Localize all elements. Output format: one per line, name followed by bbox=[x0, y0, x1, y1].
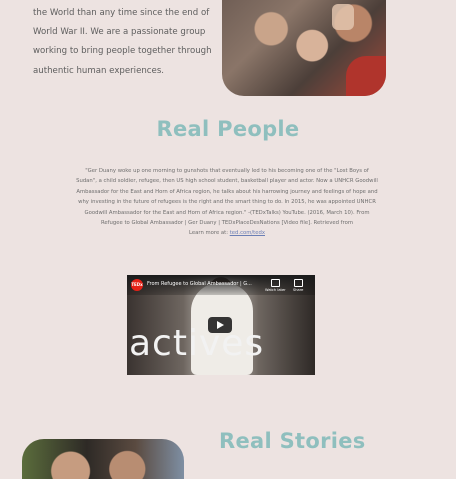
clock-icon bbox=[270, 279, 280, 287]
share-label: Share bbox=[293, 288, 304, 292]
watch-later-button[interactable]: Watch later bbox=[265, 279, 286, 292]
real-people-heading: Real People bbox=[156, 117, 300, 141]
video-description: "Ger Duany woke up one morning to gunsho… bbox=[74, 166, 380, 239]
video-frame-text: actives bbox=[129, 323, 265, 364]
video-title[interactable]: From Refugee to Global Ambassador | G... bbox=[147, 281, 252, 287]
ted-link[interactable]: ted.com/tedx bbox=[230, 230, 265, 236]
channel-avatar[interactable]: TEDx bbox=[131, 279, 143, 291]
stories-photo bbox=[22, 439, 184, 479]
intro-paragraph: the World than any time since the end of… bbox=[33, 8, 212, 76]
real-stories-heading: Real Stories bbox=[219, 429, 366, 453]
photo-hand-detail bbox=[332, 4, 354, 30]
children-photo bbox=[222, 0, 386, 96]
share-button[interactable]: Share bbox=[293, 279, 303, 292]
learn-more-label: Learn more at: bbox=[189, 230, 228, 237]
play-icon[interactable] bbox=[208, 317, 232, 333]
description-text: "Ger Duany woke up one morning to gunsho… bbox=[76, 168, 378, 227]
photo-shirt-detail bbox=[346, 56, 386, 96]
share-icon bbox=[293, 279, 303, 287]
watch-later-label: Watch later bbox=[265, 288, 286, 292]
